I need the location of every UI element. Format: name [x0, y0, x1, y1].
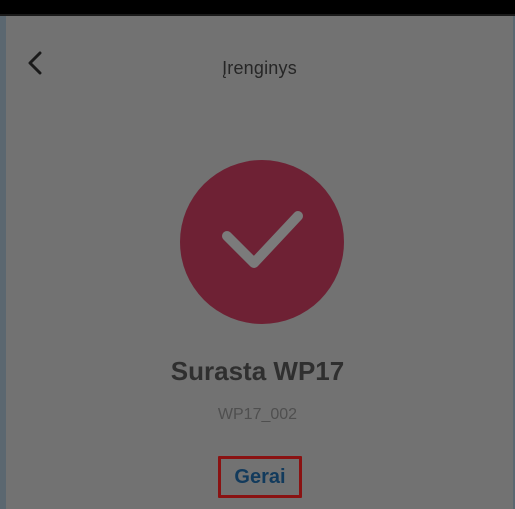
success-badge	[180, 160, 344, 324]
device-id: WP17_002	[217, 406, 298, 423]
done-button[interactable]: Gerai	[218, 456, 302, 498]
checkmark-icon	[219, 208, 305, 277]
page-header: Įrenginys	[6, 16, 513, 126]
status-bar	[0, 0, 515, 16]
device-name: Surasta WP17	[170, 356, 345, 386]
page-title: Įrenginys	[222, 58, 297, 78]
